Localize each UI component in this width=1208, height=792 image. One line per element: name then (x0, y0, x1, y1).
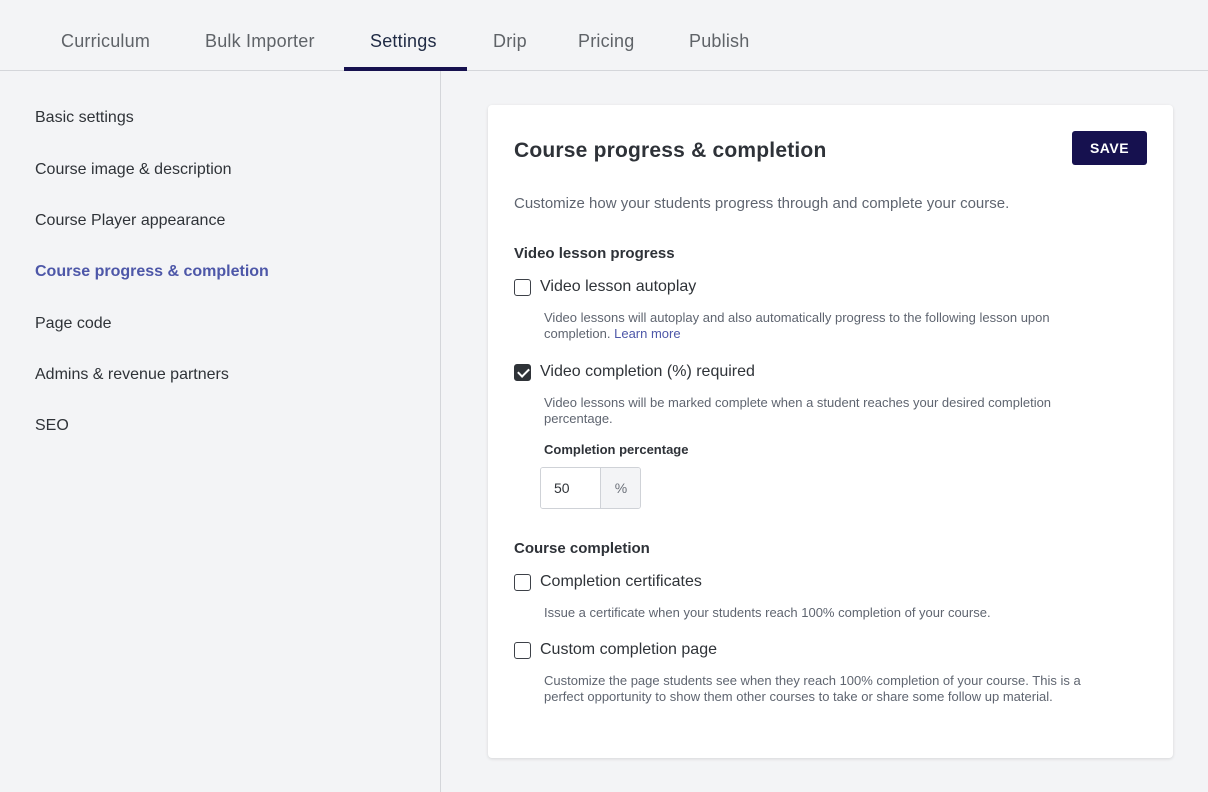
percent-suffix: % (600, 468, 640, 508)
completion-percentage-group: % (540, 467, 641, 509)
sidebar-item-seo[interactable]: SEO (35, 417, 69, 435)
completion-percentage-label: Completion percentage (544, 442, 689, 457)
settings-sidebar: Basic settings Course image & descriptio… (0, 71, 441, 792)
completion-required-label[interactable]: Video completion (%) required (540, 363, 755, 381)
custom-page-checkbox[interactable] (514, 642, 531, 659)
sidebar-item-page-code[interactable]: Page code (35, 315, 112, 333)
sidebar-item-course-player-appearance[interactable]: Course Player appearance (35, 212, 225, 230)
card-description: Customize how your students progress thr… (514, 195, 1010, 212)
course-tabs: Curriculum Bulk Importer Settings Drip P… (0, 0, 1208, 71)
learn-more-link[interactable]: Learn more (614, 326, 680, 341)
custom-page-label[interactable]: Custom completion page (540, 641, 717, 659)
tab-curriculum[interactable]: Curriculum (61, 0, 150, 71)
save-button[interactable]: SAVE (1072, 131, 1147, 165)
tab-publish[interactable]: Publish (689, 0, 749, 71)
tab-settings[interactable]: Settings (370, 0, 437, 71)
card-title: Course progress & completion (514, 139, 827, 162)
tab-pricing[interactable]: Pricing (578, 0, 634, 71)
completion-percentage-input[interactable] (541, 468, 600, 508)
certificates-label[interactable]: Completion certificates (540, 573, 702, 591)
sidebar-item-course-progress-completion[interactable]: Course progress & completion (35, 263, 269, 281)
sidebar-item-admins-revenue-partners[interactable]: Admins & revenue partners (35, 366, 229, 384)
autoplay-help: Video lessons will autoplay and also aut… (544, 310, 1114, 342)
sidebar-item-course-image-description[interactable]: Course image & description (35, 161, 232, 179)
completion-required-help: Video lessons will be marked complete wh… (544, 395, 1052, 426)
autoplay-label[interactable]: Video lesson autoplay (540, 278, 696, 296)
completion-required-checkbox[interactable] (514, 364, 531, 381)
progress-completion-card: Course progress & completion SAVE Custom… (488, 105, 1173, 758)
autoplay-checkbox[interactable] (514, 279, 531, 296)
custom-page-help: Customize the page students see when the… (544, 673, 1081, 704)
course-completion-heading: Course completion (514, 540, 650, 557)
tab-drip[interactable]: Drip (493, 0, 527, 71)
certificates-checkbox[interactable] (514, 574, 531, 591)
video-progress-heading: Video lesson progress (514, 245, 675, 262)
tab-bulk-importer[interactable]: Bulk Importer (205, 0, 315, 71)
certificates-help: Issue a certificate when your students r… (544, 605, 991, 620)
sidebar-item-basic-settings[interactable]: Basic settings (35, 109, 134, 127)
